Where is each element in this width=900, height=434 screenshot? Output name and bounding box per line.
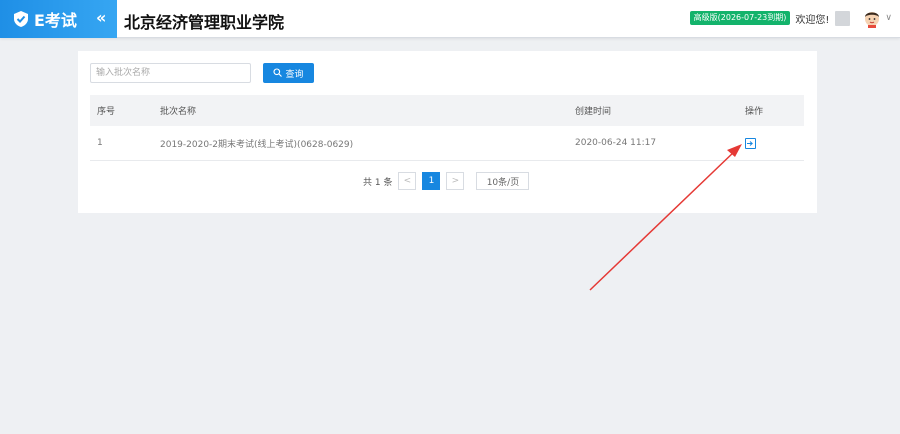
arrow-shaft (589, 149, 737, 291)
annotation-arrow (589, 144, 742, 291)
arrow-head (727, 144, 742, 157)
